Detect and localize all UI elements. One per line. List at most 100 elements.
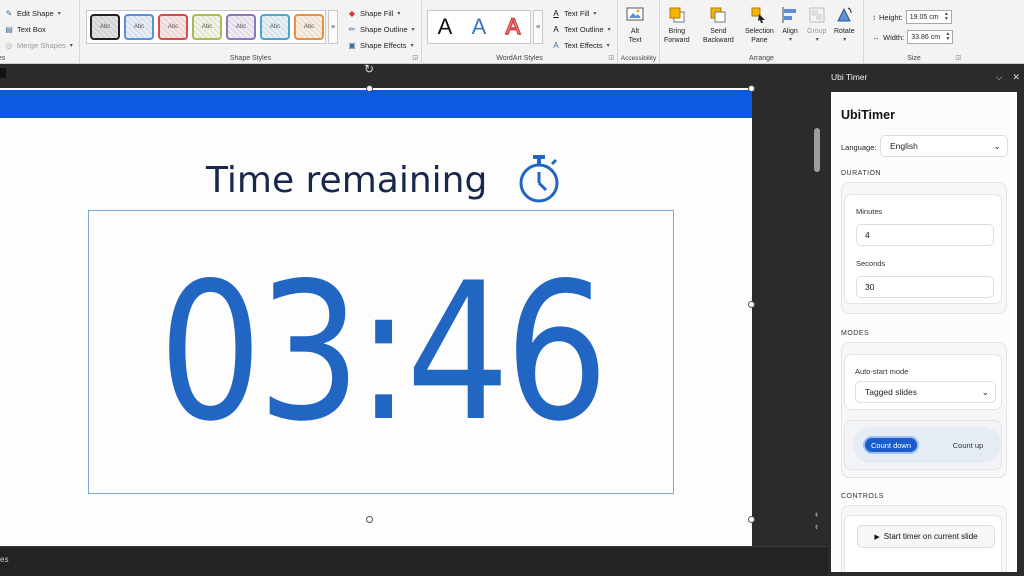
auto-start-select[interactable]: Tagged slides ⌄ (855, 381, 996, 403)
height-value: 19.05 cm (909, 13, 939, 21)
height-input[interactable]: 19.05 cm ▲ ▼ (905, 10, 952, 24)
close-icon[interactable]: ✕ (1012, 72, 1020, 83)
seconds-label: Seconds (856, 259, 886, 268)
edit-shape-label: Edit Shape (17, 8, 54, 18)
pen-icon: ✏ (348, 24, 356, 34)
merge-shapes-icon: ◎ (5, 40, 13, 50)
send-backward-label-2: Backward (703, 37, 734, 44)
resize-handle-bottom-right[interactable] (748, 516, 755, 523)
wordart-style-red-outline[interactable]: A (505, 13, 521, 40)
minutes-input[interactable]: 4 (856, 224, 994, 246)
dialog-launcher-icon[interactable]: ◲ (608, 54, 614, 61)
align-button[interactable]: Align ▾ (781, 6, 799, 45)
text-fill-button[interactable]: A Text Fill ▾ (551, 8, 596, 18)
rotate-label: Rotate (834, 28, 855, 35)
wordart-more-button[interactable]: ≡ (533, 10, 543, 44)
spinner-icon[interactable]: ▲ ▼ (944, 12, 949, 22)
bring-forward-button[interactable]: Bring Forward (664, 6, 690, 45)
app-title: UbiTimer (841, 108, 895, 122)
resize-handle-top[interactable] (366, 85, 373, 92)
status-bar: es (0, 546, 830, 576)
rotate-button[interactable]: Rotate ▾ (834, 6, 855, 45)
shape-fill-button[interactable]: ◆ Shape Fill ▾ (347, 8, 400, 18)
swatch-text: Abc (99, 24, 111, 30)
next-slide-icon[interactable]: ⇟ (814, 524, 819, 531)
wordart-style-blue[interactable]: A (472, 14, 487, 40)
scrollbar-thumb[interactable] (814, 128, 820, 172)
shape-style-swatch[interactable]: Abc (90, 14, 120, 40)
duration-section-title: DURATION (841, 170, 882, 177)
seconds-value: 30 (865, 282, 875, 292)
shape-effects-button[interactable]: ▣ Shape Effects ▾ (347, 40, 413, 50)
selection-pane-button[interactable]: Selection Pane (745, 6, 774, 45)
swatch-text: Abc (201, 24, 213, 30)
gallery-more-button[interactable]: ≡ (328, 10, 338, 44)
count-up-option[interactable]: Count up (945, 438, 991, 452)
shape-style-swatch[interactable]: Abc (192, 14, 222, 40)
dialog-launcher-icon[interactable]: ◲ (955, 54, 961, 61)
send-backward-button[interactable]: Send Backward (703, 6, 734, 45)
spinner-icon[interactable]: ▲ ▼ (945, 32, 950, 42)
resize-handle-right[interactable] (748, 301, 755, 308)
width-label: Width: (883, 32, 905, 42)
selection-pane-label-2: Pane (751, 37, 768, 44)
shape-outline-button[interactable]: ✏ Shape Outline ▾ (347, 24, 415, 34)
shape-outline-label: Shape Outline (360, 24, 408, 34)
shape-style-swatch[interactable]: Abc (260, 14, 290, 40)
resize-handle-bottom[interactable] (366, 516, 373, 523)
width-value: 33.86 cm (911, 33, 941, 41)
resize-handle-top-right[interactable] (748, 85, 755, 92)
shape-style-swatch[interactable]: Abc (124, 14, 154, 40)
ribbon: ✎ Edit Shape ▾ ▤ Text Box ◎ Merge Shapes… (0, 0, 1024, 64)
vertical-scrollbar[interactable]: ⇞ ⇟ (812, 64, 822, 546)
shape-styles-gallery: Abc Abc Abc Abc Abc Abc Abc (86, 10, 326, 44)
alt-text-icon (626, 6, 644, 24)
dialog-launcher-icon[interactable]: ◲ (412, 54, 418, 61)
prev-slide-icon[interactable]: ⇞ (814, 512, 819, 519)
chevron-down-icon[interactable]: ⌵ (996, 72, 1003, 83)
slide-header-bar (0, 90, 752, 118)
send-backward-label-1: Send (710, 28, 727, 35)
insert-shapes-group-label: es (0, 55, 6, 62)
text-outline-button[interactable]: A Text Outline ▾ (551, 24, 610, 34)
selection-pane-icon (750, 6, 768, 24)
merge-shapes-button[interactable]: ◎ Merge Shapes ▾ (4, 40, 73, 50)
text-effects-button[interactable]: A Text Effects ▾ (551, 40, 609, 50)
slide-canvas[interactable]: Time remaining 03:46 (0, 88, 752, 576)
slide-title[interactable]: Time remaining (206, 160, 487, 201)
text-box-label: Text Box (17, 24, 46, 34)
language-value: English (890, 141, 918, 151)
width-input[interactable]: 33.86 cm ▲ ▼ (907, 30, 954, 44)
shape-style-swatch[interactable]: Abc (158, 14, 188, 40)
chevron-down-icon: ▾ (788, 37, 792, 43)
send-backward-icon (709, 6, 727, 24)
rotate-handle-icon[interactable]: ↻ (364, 62, 374, 76)
count-down-option[interactable]: Count down (865, 438, 917, 452)
status-text: es (0, 555, 9, 564)
chevron-down-icon: ▾ (815, 37, 819, 43)
countdown-textbox[interactable]: 03:46 (88, 210, 674, 494)
alt-text-label-1: Alt (630, 28, 640, 35)
alt-text-button[interactable]: Alt Text (626, 6, 644, 45)
text-box-button[interactable]: ▤ Text Box (4, 24, 46, 34)
start-timer-label: Start timer on current slide (883, 532, 978, 541)
selection-corner (0, 68, 6, 78)
height-label: Height: (879, 12, 903, 22)
pane-scrollbar[interactable] (1019, 92, 1024, 572)
swatch-text: Abc (269, 24, 281, 30)
seconds-input[interactable]: 30 (856, 276, 994, 298)
language-select[interactable]: English ⌄ (880, 135, 1008, 157)
ubi-timer-pane: Ubi Timer ⌵ ✕ UbiTimer Language: English… (828, 64, 1024, 576)
alt-text-label-2: Text (628, 37, 642, 44)
group-button[interactable]: Group ▾ (807, 6, 826, 45)
accessibility-group-label: Accessibility (620, 55, 657, 62)
shape-style-swatch[interactable]: Abc (294, 14, 324, 40)
auto-start-label: Auto-start mode (855, 367, 909, 376)
edit-shape-icon: ✎ (5, 8, 13, 18)
swatch-text: Abc (303, 24, 315, 30)
wordart-style-black[interactable]: A (438, 14, 453, 40)
shape-style-swatch[interactable]: Abc (226, 14, 256, 40)
edit-shape-button[interactable]: ✎ Edit Shape ▾ (4, 8, 61, 18)
start-timer-button[interactable]: ▶ Start timer on current slide (857, 525, 995, 548)
width-icon: ↔ (872, 32, 880, 42)
